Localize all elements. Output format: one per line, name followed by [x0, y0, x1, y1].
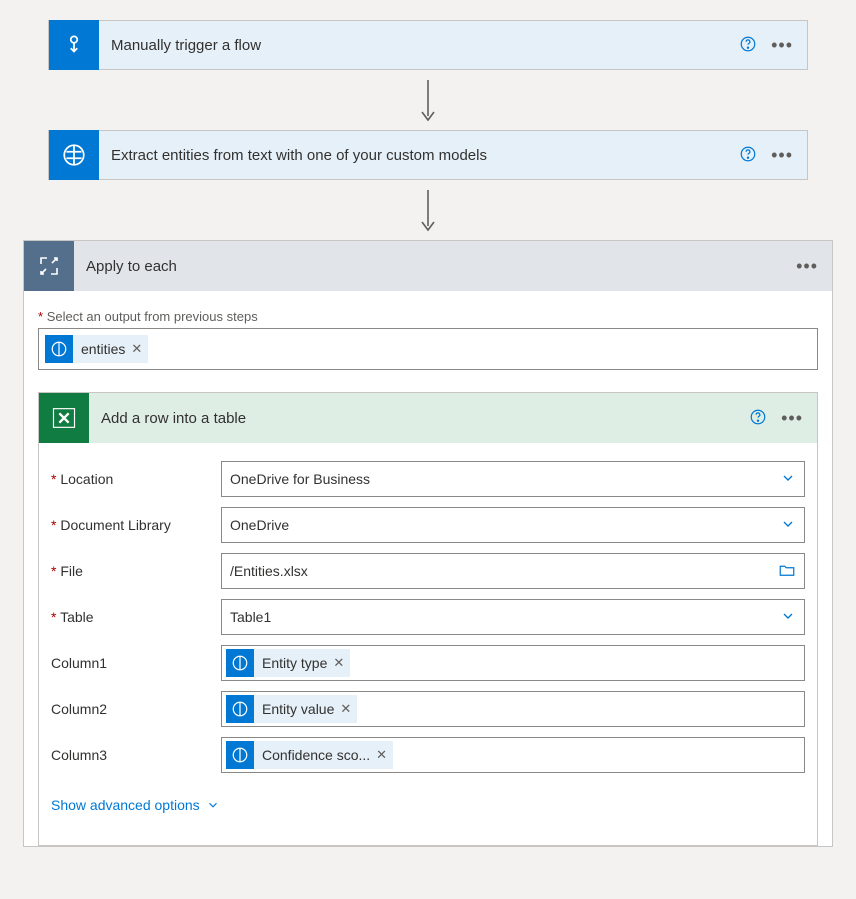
loop-icon	[24, 241, 74, 291]
trigger-icon	[49, 20, 99, 70]
doclib-value: OneDrive	[230, 517, 289, 533]
token-label: entities	[81, 341, 125, 357]
chevron-down-icon	[780, 516, 796, 535]
token-label: Entity type	[262, 655, 327, 671]
select-output-label: * Select an output from previous steps	[38, 309, 818, 324]
apply-header[interactable]: Apply to each •••	[24, 241, 832, 291]
token-remove-icon[interactable]: ✕	[376, 747, 387, 763]
token-remove-icon[interactable]: ✕	[333, 655, 344, 671]
chevron-down-icon	[780, 470, 796, 489]
token-ai-icon	[226, 741, 254, 769]
token-label: Entity value	[262, 701, 334, 717]
token-ai-icon	[45, 335, 73, 363]
ellipsis-icon[interactable]: •••	[781, 409, 803, 427]
trigger-title: Manually trigger a flow	[99, 37, 739, 54]
add-row-header[interactable]: Add a row into a table •••	[39, 393, 817, 443]
file-label: * File	[51, 563, 221, 579]
token-ai-icon	[226, 695, 254, 723]
token-remove-icon[interactable]: ✕	[340, 701, 351, 717]
column2-label: Column2	[51, 701, 221, 717]
help-icon[interactable]	[739, 35, 757, 56]
location-value: OneDrive for Business	[230, 471, 370, 487]
token-confidence-score[interactable]: Confidence sco... ✕	[226, 741, 393, 769]
apply-to-each-card: Apply to each ••• * Select an output fro…	[23, 240, 833, 847]
apply-title: Apply to each	[74, 258, 796, 275]
token-entity-value[interactable]: Entity value ✕	[226, 695, 357, 723]
file-picker[interactable]: /Entities.xlsx	[221, 553, 805, 589]
column1-label: Column1	[51, 655, 221, 671]
token-entity-type[interactable]: Entity type ✕	[226, 649, 350, 677]
extract-title: Extract entities from text with one of y…	[99, 147, 739, 164]
token-entities[interactable]: entities ✕	[45, 335, 148, 363]
add-row-title: Add a row into a table	[89, 410, 749, 427]
ellipsis-icon[interactable]: •••	[771, 146, 793, 164]
file-value: /Entities.xlsx	[230, 563, 308, 579]
table-value: Table1	[230, 609, 271, 625]
arrow-connector	[20, 180, 836, 240]
column2-input[interactable]: Entity value ✕	[221, 691, 805, 727]
select-output-input[interactable]: entities ✕	[38, 328, 818, 370]
ellipsis-icon[interactable]: •••	[796, 257, 818, 275]
token-ai-icon	[226, 649, 254, 677]
column1-input[interactable]: Entity type ✕	[221, 645, 805, 681]
add-row-card: Add a row into a table ••• * Location On…	[38, 392, 818, 846]
extract-step-card[interactable]: Extract entities from text with one of y…	[48, 130, 808, 180]
token-remove-icon[interactable]: ✕	[131, 341, 142, 357]
folder-icon[interactable]	[778, 561, 796, 582]
token-label: Confidence sco...	[262, 747, 370, 763]
ai-icon	[49, 130, 99, 180]
location-label: * Location	[51, 471, 221, 487]
trigger-step-card[interactable]: Manually trigger a flow •••	[48, 20, 808, 70]
doclib-label: * Document Library	[51, 517, 221, 533]
column3-input[interactable]: Confidence sco... ✕	[221, 737, 805, 773]
help-icon[interactable]	[739, 145, 757, 166]
column3-label: Column3	[51, 747, 221, 763]
ellipsis-icon[interactable]: •••	[771, 36, 793, 54]
excel-icon	[39, 393, 89, 443]
chevron-down-icon	[206, 798, 220, 812]
table-dropdown[interactable]: Table1	[221, 599, 805, 635]
table-label: * Table	[51, 609, 221, 625]
doclib-dropdown[interactable]: OneDrive	[221, 507, 805, 543]
chevron-down-icon	[780, 608, 796, 627]
help-icon[interactable]	[749, 408, 767, 429]
location-dropdown[interactable]: OneDrive for Business	[221, 461, 805, 497]
show-advanced-options-link[interactable]: Show advanced options	[51, 773, 220, 833]
arrow-connector	[20, 70, 836, 130]
advanced-link-label: Show advanced options	[51, 797, 200, 813]
